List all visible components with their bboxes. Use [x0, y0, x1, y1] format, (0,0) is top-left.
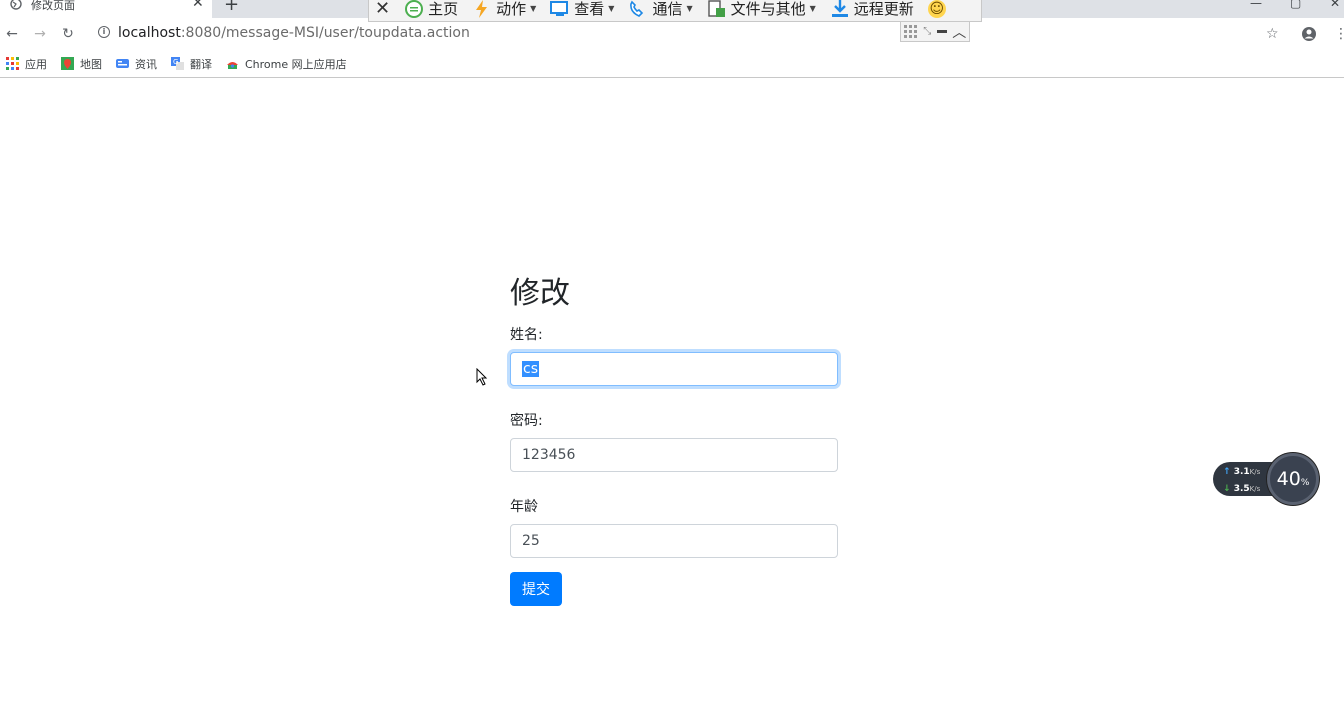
globe-icon	[10, 0, 22, 10]
upload-speed: ↑ 3.1K/s	[1223, 467, 1260, 477]
smiley-glyph: ☺	[929, 0, 945, 17]
home-icon	[405, 0, 424, 18]
window-close-button[interactable]: ✕	[1330, 0, 1340, 10]
network-speed-widget[interactable]: ↑ 3.1K/s ↓ 3.5K/s 40%	[1213, 453, 1323, 505]
webstore-icon	[227, 62, 238, 69]
close-icon: ✕	[375, 0, 391, 19]
bookmark-label: 地图	[80, 57, 102, 71]
chevron-down-icon: ▼	[608, 4, 615, 13]
upload-arrow-icon: ↑	[1223, 467, 1231, 477]
minimize-bar-icon[interactable]	[936, 30, 947, 33]
remote-home-label: 主页	[428, 0, 459, 18]
news-icon	[116, 59, 129, 68]
chevron-down-icon: ▼	[686, 4, 693, 13]
bookmark-label: Chrome 网上应用店	[245, 57, 347, 71]
smiley-icon[interactable]: ☺	[927, 0, 946, 18]
remote-action-label: 动作	[496, 0, 527, 18]
remote-files-menu[interactable]: 文件与其他 ▼	[707, 0, 816, 19]
download-arrow-icon: ↓	[1223, 484, 1231, 494]
bookmark-news[interactable]: 资讯	[116, 56, 157, 72]
edit-form: 修改 姓名: cs 密码: 123456 年龄 25 提交	[510, 272, 840, 606]
remote-update-label: 远程更新	[853, 0, 914, 18]
url-host: localhost	[118, 25, 181, 41]
submit-button[interactable]: 提交	[510, 572, 562, 606]
bookmark-translate[interactable]: G 翻译	[171, 56, 212, 72]
download-speed-unit: K/s	[1249, 485, 1261, 493]
file-icon	[707, 0, 725, 17]
chevron-down-icon: ▼	[809, 4, 816, 13]
apps-grid-icon	[6, 57, 19, 70]
forward-arrow-icon[interactable]: →	[30, 24, 50, 44]
grid-icon[interactable]	[903, 24, 918, 39]
phone-icon	[630, 0, 644, 17]
remote-files-label: 文件与其他	[730, 0, 806, 18]
bookmark-star-icon[interactable]: ☆	[1266, 26, 1279, 42]
bookmark-label: 翻译	[190, 57, 212, 71]
bookmark-maps[interactable]: 地图	[61, 56, 102, 72]
name-input-value: cs	[522, 361, 539, 377]
bookmarks-bar: 应用 地图 资讯 G 翻译 Chrome 网上应用店	[0, 50, 1344, 78]
new-tab-button[interactable]: +	[224, 0, 239, 15]
upload-speed-unit: K/s	[1249, 468, 1261, 476]
remote-toolbar-subcontrols: ⤡ ︿	[900, 22, 970, 42]
usage-percent-sign: %	[1300, 478, 1310, 488]
download-icon	[831, 0, 848, 17]
browser-toolbar: ← → ↻ i localhost:8080/message-MSI/user/…	[0, 18, 1344, 50]
bookmark-label: 应用	[25, 57, 47, 71]
age-label: 年龄	[510, 499, 538, 515]
remote-view-label: 查看	[574, 0, 605, 18]
download-speed: ↓ 3.5K/s	[1223, 484, 1260, 494]
remote-update-button[interactable]: 远程更新	[830, 0, 914, 19]
translate-icon: G	[171, 57, 184, 70]
usage-percent: 40	[1276, 468, 1301, 490]
url-text[interactable]: localhost:8080/message-MSI/user/toupdata…	[118, 25, 470, 41]
reload-icon[interactable]: ↻	[58, 24, 78, 44]
bookmark-apps[interactable]: 应用	[6, 56, 47, 72]
chevron-down-icon: ▼	[530, 4, 537, 13]
upload-speed-value: 3.1	[1233, 467, 1250, 477]
menu-kebab-icon[interactable]: ⋮	[1334, 26, 1344, 42]
tab-close-icon[interactable]: ✕	[192, 0, 204, 11]
profile-icon[interactable]	[1301, 26, 1317, 42]
maps-icon	[61, 57, 74, 70]
maximize-button[interactable]: ▢	[1290, 0, 1301, 10]
bookmark-label: 资讯	[135, 57, 157, 71]
page-title: 修改	[510, 276, 570, 311]
shrink-icon[interactable]: ⤡	[923, 26, 931, 37]
password-input[interactable]: 123456	[510, 438, 838, 472]
svg-text:G: G	[173, 58, 178, 66]
mouse-cursor-icon	[476, 368, 488, 386]
download-speed-value: 3.5	[1233, 484, 1250, 494]
info-icon[interactable]: i	[98, 26, 110, 38]
name-label: 姓名:	[510, 327, 543, 343]
back-arrow-icon[interactable]: ←	[2, 24, 22, 44]
monitor-icon	[550, 0, 569, 16]
remote-comm-menu[interactable]: 通信 ▼	[628, 0, 693, 19]
bookmark-webstore[interactable]: Chrome 网上应用店	[226, 56, 347, 72]
remote-home-button[interactable]: 主页	[404, 0, 458, 19]
address-bar[interactable]: i localhost:8080/message-MSI/user/toupda…	[92, 22, 1252, 46]
usage-dial: 40%	[1267, 453, 1319, 505]
url-path: :8080/message-MSI/user/toupdata.action	[180, 25, 470, 41]
remote-comm-label: 通信	[652, 0, 683, 18]
remote-action-menu[interactable]: 动作 ▼	[472, 0, 536, 19]
minimize-button[interactable]: —	[1250, 0, 1262, 10]
age-input[interactable]: 25	[510, 524, 838, 558]
lightning-icon	[476, 0, 488, 18]
remote-close-button[interactable]: ✕	[375, 0, 390, 19]
tab-title: 修改页面	[31, 0, 75, 12]
collapse-chevron-icon[interactable]: ︿	[952, 22, 966, 42]
password-label: 密码:	[510, 413, 543, 429]
name-input[interactable]: cs	[510, 352, 838, 386]
active-tab[interactable]: 修改页面 ✕	[0, 0, 212, 18]
remote-view-menu[interactable]: 查看 ▼	[550, 0, 614, 19]
remote-control-toolbar: ✕ 主页 动作 ▼ 查看 ▼ 通信 ▼ 文件与其他 ▼ 远程更新 ☺	[368, 0, 982, 22]
